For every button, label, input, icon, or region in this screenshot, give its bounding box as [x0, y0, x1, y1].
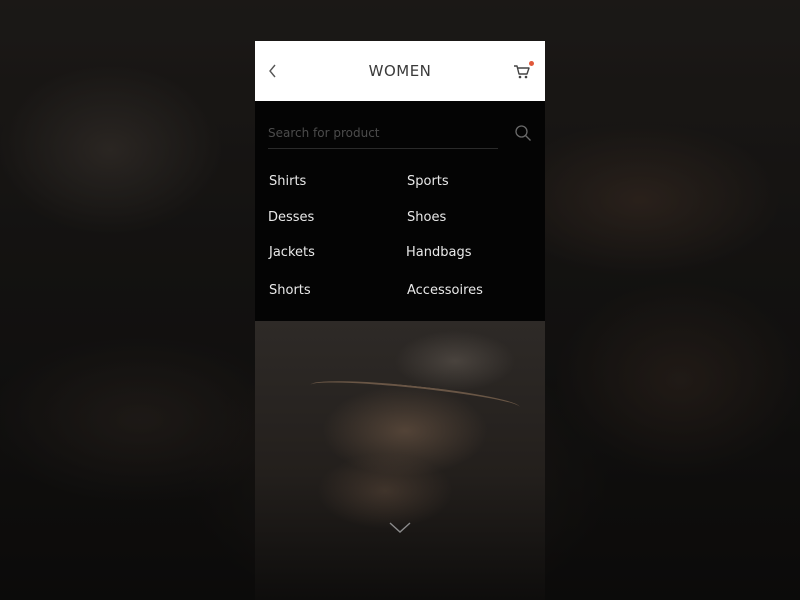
app-header: WOMEN [255, 41, 545, 101]
product-photo [255, 321, 545, 600]
page-title: WOMEN [368, 62, 432, 80]
handbag-strap [309, 375, 521, 417]
category-menu: Shirts Desses Jackets Shorts Sports Shoe… [255, 101, 545, 321]
category-shoes[interactable]: Shoes [407, 210, 446, 225]
category-dresses[interactable]: Desses [268, 210, 314, 225]
cart-button[interactable] [511, 59, 534, 81]
category-accessories[interactable]: Accessoires [407, 283, 483, 298]
category-shorts[interactable]: Shorts [269, 283, 311, 298]
category-shirts[interactable]: Shirts [269, 174, 306, 189]
search-bar [268, 118, 532, 149]
cart-notification-badge [529, 61, 534, 66]
app-screen: WOMEN Shirts Desses Jackets Shorts Sport… [255, 41, 545, 600]
category-sports[interactable]: Sports [407, 174, 449, 189]
category-jackets[interactable]: Jackets [269, 245, 315, 260]
chevron-left-icon[interactable] [267, 61, 279, 81]
category-handbags[interactable]: Handbags [406, 245, 471, 260]
search-input[interactable] [268, 118, 498, 149]
chevron-down-icon[interactable] [388, 521, 412, 535]
search-icon[interactable] [514, 124, 532, 142]
